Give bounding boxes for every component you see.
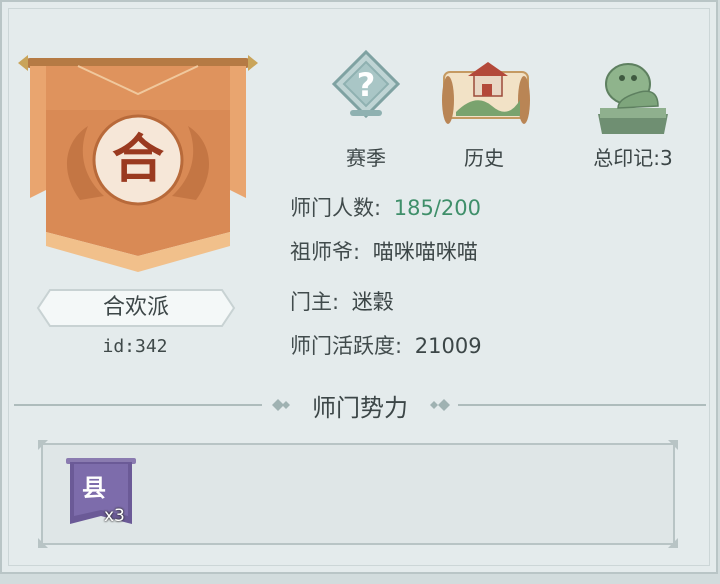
members-value: 185/200 (393, 196, 482, 220)
section-title: 师门势力 (312, 394, 408, 422)
sect-name: 合欢派 (102, 295, 169, 320)
total-seals-label: 总印记:3 (593, 146, 673, 170)
season-button[interactable]: ? 赛季 (318, 48, 414, 178)
season-help-icon: ? (331, 49, 401, 119)
founder-row: 祖师爷: 喵咪喵咪喵 (290, 236, 478, 266)
activity-row: 师门活跃度: 21009 (290, 330, 482, 360)
members-label: 师门人数: (290, 196, 382, 220)
members-row: 师门人数: 185/200 (290, 192, 481, 222)
total-seals-button[interactable]: 总印记:3 (578, 48, 688, 178)
county-badge-count: x3 (104, 506, 125, 526)
svg-text:?: ? (357, 66, 376, 104)
activity-label: 师门活跃度: (290, 334, 403, 358)
sect-emblem-char: 合 (111, 129, 164, 190)
sect-id: id:342 (102, 336, 168, 357)
county-badge-char: 县 (82, 473, 106, 502)
leader-row: 门主: 迷穀 (290, 286, 394, 316)
history-scroll-icon (442, 62, 530, 124)
leader-value: 迷穀 (351, 290, 394, 314)
activity-value: 21009 (414, 334, 482, 358)
season-label: 赛季 (346, 146, 386, 170)
history-button[interactable]: 历史 (436, 48, 532, 178)
founder-value: 喵咪喵咪喵 (372, 240, 478, 264)
seal-lion-icon (598, 63, 668, 134)
founder-label: 祖师爷: (290, 240, 361, 264)
leader-label: 门主: (290, 290, 340, 314)
history-label: 历史 (464, 146, 504, 170)
